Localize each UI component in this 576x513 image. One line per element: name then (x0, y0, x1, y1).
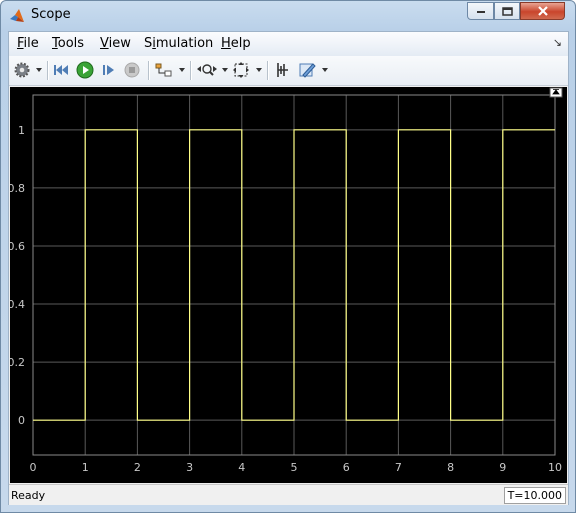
scope-window: Scope File Tools View Simulation Help ↘ (0, 0, 576, 513)
menu-simulation-rest: mulation (155, 36, 214, 51)
zoom-icon (197, 64, 217, 76)
fit-button[interactable] (232, 61, 250, 79)
x-tick-label: 6 (343, 461, 350, 474)
menu-help[interactable]: Help (221, 36, 251, 51)
scope-plot-area[interactable]: 0 1 2 3 4 5 6 7 8 9 10 0 0.2 0.4 0.6 0.8 1 (8, 87, 567, 483)
menu-overflow-icon[interactable]: ↘ (553, 36, 562, 49)
menu-simulation[interactable]: Simulation (144, 36, 213, 51)
step-back-button[interactable] (53, 61, 71, 79)
y-tick-label: 0.4 (10, 298, 25, 311)
fit-dropdown-icon[interactable] (256, 68, 262, 72)
menu-view-mnemonic: V (100, 36, 109, 51)
status-bar: Ready T=10.000 (9, 484, 568, 505)
toolbar-separator (267, 61, 269, 80)
client-area: File Tools View Simulation Help ↘ 0 1 2 … (8, 31, 569, 505)
title-bar[interactable]: Scope (1, 1, 575, 30)
close-icon (537, 6, 548, 16)
x-tick-label: 10 (548, 461, 562, 474)
toolbar (9, 56, 568, 86)
toolbar-separator (190, 61, 192, 80)
maximize-icon (501, 6, 513, 16)
x-tick-label: 1 (82, 461, 89, 474)
style-icon (299, 63, 316, 78)
simulation-time-readout: T=10.000 (503, 487, 566, 504)
series-line (33, 129, 555, 421)
close-button[interactable] (520, 2, 565, 20)
settings-button[interactable] (13, 61, 31, 79)
status-text: Ready (11, 489, 46, 502)
menu-file-rest: ile (23, 36, 39, 51)
menu-file[interactable]: File (17, 36, 39, 51)
menu-bar: File Tools View Simulation Help ↘ (9, 32, 568, 56)
run-button[interactable] (76, 61, 94, 79)
matlab-logo-icon (10, 9, 24, 22)
undock-icon[interactable] (549, 87, 563, 98)
style-dropdown-icon[interactable] (322, 68, 328, 72)
x-tick-label: 0 (30, 461, 37, 474)
y-tick-label: 0.6 (10, 240, 25, 253)
menu-help-mnemonic: H (221, 36, 231, 51)
x-tick-label: 5 (291, 461, 298, 474)
y-tick-label: 0.8 (10, 182, 25, 195)
menu-help-rest: elp (230, 36, 251, 51)
toolbar-separator (148, 61, 150, 80)
zoom-button[interactable] (196, 61, 218, 79)
y-tick-label: 0.2 (10, 356, 25, 369)
highlight-icon (155, 63, 172, 77)
highlight-button[interactable] (155, 61, 173, 79)
step-forward-button[interactable] (100, 61, 118, 79)
x-tick-label: 7 (395, 461, 402, 474)
y-tick-label: 1 (18, 124, 25, 137)
style-button[interactable] (298, 61, 316, 79)
y-tick-label: 0 (18, 414, 25, 427)
highlight-dropdown-icon[interactable] (179, 68, 185, 72)
minimize-button[interactable] (467, 2, 494, 20)
x-tick-label: 9 (499, 461, 506, 474)
menu-tools-rest: ools (57, 36, 85, 51)
signal-icon (277, 63, 288, 77)
menu-view[interactable]: View (100, 36, 131, 51)
minimize-icon (476, 11, 485, 13)
step-back-icon (54, 65, 68, 75)
signal-button[interactable] (274, 61, 292, 79)
zoom-dropdown-icon[interactable] (222, 68, 228, 72)
x-tick-label: 3 (186, 461, 193, 474)
scope-chart[interactable]: 0 1 2 3 4 5 6 7 8 9 10 0 0.2 0.4 0.6 0.8 1 (8, 87, 567, 483)
fit-icon (233, 62, 249, 78)
settings-icon (14, 62, 30, 78)
x-tick-label: 4 (238, 461, 245, 474)
maximize-button[interactable] (494, 2, 520, 20)
stop-button[interactable] (123, 61, 141, 79)
window-title: Scope (31, 7, 71, 22)
run-icon (76, 61, 94, 79)
toolbar-separator (47, 61, 49, 80)
stop-icon (124, 62, 140, 78)
x-tick-label: 2 (134, 461, 141, 474)
menu-tools[interactable]: Tools (52, 36, 84, 51)
x-tick-label: 8 (447, 461, 454, 474)
step-forward-icon (103, 65, 114, 75)
menu-view-rest: iew (108, 36, 131, 51)
settings-dropdown-icon[interactable] (36, 68, 42, 72)
